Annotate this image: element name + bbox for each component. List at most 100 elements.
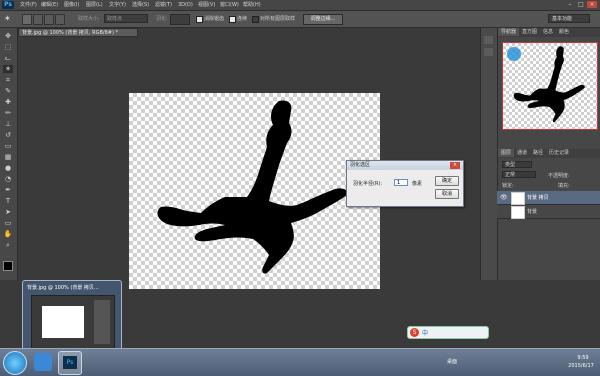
path-selection-icon[interactable]: ➤: [3, 208, 13, 216]
magic-wand-tool-icon[interactable]: ✶: [3, 65, 13, 73]
thumbnail-image: [31, 295, 115, 349]
contiguous-label: 连续: [237, 16, 248, 22]
ok-button[interactable]: 确定: [435, 176, 459, 186]
sample-all-label: 对所有图层取样: [260, 16, 296, 22]
menu-help[interactable]: 帮助(H): [243, 1, 261, 9]
sample-all-checkbox[interactable]: [252, 16, 259, 23]
healing-brush-icon[interactable]: ✚: [3, 98, 13, 106]
tab-color[interactable]: 颜色: [556, 28, 572, 36]
properties-panel-icon[interactable]: [484, 48, 493, 56]
menu-view[interactable]: 视图(V): [198, 1, 215, 9]
navigator-preview[interactable]: [502, 42, 598, 130]
fill-label: 填充:: [558, 183, 570, 189]
sogou-icon[interactable]: S: [410, 328, 419, 337]
start-button[interactable]: [3, 351, 27, 375]
move-tool-icon[interactable]: ✥: [3, 32, 13, 40]
eye-icon[interactable]: 👁: [500, 194, 508, 201]
menu-layer[interactable]: 图层(L): [86, 1, 103, 9]
document-tab[interactable]: 背景.jpg @ 100% (背景 拷贝, RGB/8#) *: [18, 28, 138, 37]
clock-date[interactable]: 2015/6/17: [563, 363, 599, 369]
menu-type[interactable]: 文字(Y): [109, 1, 126, 9]
blur-tool-icon[interactable]: ●: [3, 164, 13, 172]
menu-edit[interactable]: 编辑(E): [41, 1, 58, 9]
subtract-selection-icon[interactable]: [44, 14, 54, 25]
tools-panel: ✥ ⬚ ᓚ ✶ ⌗ ✎ ✚ ✏ ⊥ ↺ ▭ ▦ ● ◔ ✒ T ➤ ▭ ✋ ⌕: [0, 28, 18, 280]
tab-histogram[interactable]: 直方图: [519, 28, 540, 36]
menu-window[interactable]: 窗口(W): [220, 1, 239, 9]
photoshop-taskbar-button[interactable]: Ps: [58, 351, 82, 375]
tab-channels[interactable]: 通道: [514, 149, 530, 157]
tab-info[interactable]: 信息: [540, 28, 556, 36]
ie-taskbar-icon[interactable]: [34, 353, 52, 371]
layer-row[interactable]: 背景: [497, 205, 600, 219]
wifi-overlay-icon: [507, 47, 521, 61]
type-tool-icon[interactable]: T: [3, 197, 13, 205]
pen-tool-icon[interactable]: ✒: [3, 186, 13, 194]
contiguous-checkbox[interactable]: [229, 16, 236, 23]
blend-mode-select[interactable]: 正常: [502, 171, 536, 178]
document-canvas[interactable]: [129, 93, 380, 289]
shape-tool-icon[interactable]: ▭: [3, 219, 13, 227]
workspace-select[interactable]: 基本功能: [548, 14, 590, 23]
thumbnail-title: 背景.jpg @ 100% (背景 拷贝...: [27, 285, 99, 291]
menu-select[interactable]: 选择(S): [132, 1, 149, 9]
ime-toolbar[interactable]: S 中: [407, 326, 489, 339]
crop-tool-icon[interactable]: ⌗: [3, 76, 13, 84]
feather-input[interactable]: [170, 14, 190, 25]
layer-name[interactable]: 背景: [527, 208, 537, 215]
dialog-title: 羽化选区: [347, 161, 463, 170]
clock-time[interactable]: 9:59: [568, 355, 598, 361]
refine-edge-button[interactable]: 调整边缘...: [303, 14, 343, 25]
tab-paths[interactable]: 路径: [530, 149, 546, 157]
layer-row[interactable]: 👁 背景 拷贝: [497, 191, 600, 205]
layer-thumbnail: [511, 192, 525, 205]
menu-filter[interactable]: 滤镜(T): [155, 1, 172, 9]
history-brush-icon[interactable]: ↺: [3, 131, 13, 139]
eraser-tool-icon[interactable]: ▭: [3, 142, 13, 150]
options-bar: ✶ 取样大小: 取样点 羽化: 消除锯齿 连续 对所有图层取样 调整边缘... …: [0, 11, 600, 28]
history-panel-icon[interactable]: [484, 36, 493, 44]
cancel-button[interactable]: 取消: [435, 189, 459, 199]
close-icon[interactable]: ×: [587, 1, 597, 8]
add-selection-icon[interactable]: [33, 14, 43, 25]
zoom-tool-icon[interactable]: ⌕: [3, 241, 13, 249]
right-panels: 导航器 直方图 信息 颜色 图层 通道 路径 历史记录 类型 正常 不透明度: …: [497, 28, 600, 280]
taskbar-thumbnail-preview[interactable]: 背景.jpg @ 100% (背景 拷贝...: [22, 280, 122, 354]
feather-label: 羽化:: [156, 16, 168, 22]
layer-kind-filter[interactable]: 类型: [502, 161, 532, 168]
minimize-icon[interactable]: –: [565, 1, 575, 8]
thumbnail-panels: [94, 300, 110, 344]
new-selection-icon[interactable]: [22, 14, 32, 25]
menu-3d[interactable]: 3D(D): [178, 1, 193, 9]
tab-history[interactable]: 历史记录: [546, 149, 572, 157]
clone-stamp-icon[interactable]: ⊥: [3, 120, 13, 128]
menu-image[interactable]: 图像(I): [64, 1, 79, 9]
intersect-selection-icon[interactable]: [55, 14, 65, 25]
foreground-color-swatch[interactable]: [3, 261, 13, 271]
maximize-icon[interactable]: □: [576, 1, 586, 8]
gradient-tool-icon[interactable]: ▦: [3, 153, 13, 161]
feather-radius-input[interactable]: 1: [394, 179, 408, 186]
eyedropper-tool-icon[interactable]: ✎: [3, 87, 13, 95]
magic-wand-icon[interactable]: ✶: [4, 14, 14, 24]
photoshop-logo: Ps: [2, 1, 14, 9]
silhouette-image: [157, 100, 348, 274]
tab-navigator[interactable]: 导航器: [498, 28, 520, 36]
desktop-label[interactable]: 桌面: [447, 358, 457, 365]
dialog-close-icon[interactable]: ×: [450, 162, 460, 169]
layer-name[interactable]: 背景 拷贝: [527, 194, 549, 201]
feather-radius-label: 羽化半径(R):: [353, 181, 383, 187]
antialias-checkbox[interactable]: [196, 16, 203, 23]
menubar: Ps 文件(F) 编辑(E) 图像(I) 图层(L) 文字(Y) 选择(S) 滤…: [0, 0, 600, 11]
lasso-tool-icon[interactable]: ᓚ: [3, 54, 13, 62]
sample-size-select[interactable]: 取样点: [104, 14, 148, 23]
ime-mode[interactable]: 中: [422, 328, 428, 337]
marquee-tool-icon[interactable]: ⬚: [3, 43, 13, 51]
tab-layers[interactable]: 图层: [498, 149, 515, 157]
antialias-label: 消除锯齿: [204, 16, 225, 22]
hand-tool-icon[interactable]: ✋: [3, 230, 13, 238]
unit-label: 像素: [412, 181, 423, 187]
brush-tool-icon[interactable]: ✏: [3, 109, 13, 117]
dodge-tool-icon[interactable]: ◔: [3, 175, 13, 183]
menu-file[interactable]: 文件(F): [20, 1, 37, 9]
